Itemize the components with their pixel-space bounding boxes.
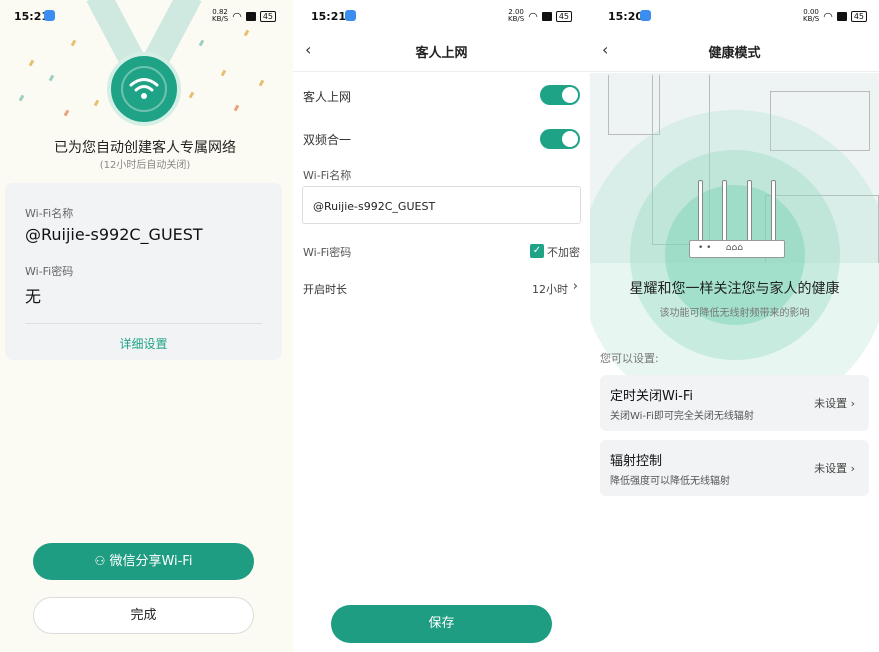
success-title: 已为您自动创建客人专属网络	[0, 137, 290, 157]
wifi-name-label: Wi-Fi名称	[303, 167, 351, 183]
network-speed: 0.00 KB/S	[803, 9, 819, 23]
wifi-password-value: 无	[25, 283, 41, 307]
nav-bar: ‹ 健康模式	[590, 32, 879, 72]
done-button[interactable]: 完成	[33, 597, 254, 634]
toggle-knob	[562, 87, 578, 103]
status-icons: 0.00 KB/S ◠ 45	[803, 9, 867, 23]
card-value: 未设置 ›	[814, 460, 855, 476]
confetti	[259, 80, 265, 87]
network-speed: 0.82 KB/S	[212, 9, 228, 23]
wifi-name-input[interactable]: @Ruijie-s992C_GUEST	[302, 186, 581, 224]
router-icon: • • ⌂⌂⌂	[689, 240, 785, 258]
wifi-signal-icon: ◠	[823, 10, 833, 23]
wifi-medal-icon	[107, 52, 181, 126]
page-title: 健康模式	[590, 42, 879, 61]
status-time: 15:20	[608, 10, 643, 23]
router-antenna	[698, 180, 703, 242]
health-mode-screen: 15:20 0.00 KB/S ◠ 45 ‹ 健康模式 • • ⌂⌂⌂ 星耀和您…	[590, 0, 879, 652]
status-bar: 15:20 0.00 KB/S ◠ 45	[590, 0, 879, 32]
scheduled-wifi-off-card[interactable]: 定时关闭Wi-Fi 关闭Wi-Fi即可完全关闭无线辐射 未设置 ›	[600, 375, 869, 431]
radiation-control-card[interactable]: 辐射控制 降低强度可以降低无线辐射 未设置 ›	[600, 440, 869, 496]
card-title: 辐射控制	[610, 450, 662, 469]
status-bar: 15:21 2.00 KB/S ◠ 45	[293, 0, 590, 32]
no-encrypt-checkbox[interactable]: ✓	[530, 244, 544, 258]
wifi-name-value: @Ruijie-s992C_GUEST	[25, 225, 203, 244]
app-badge-icon	[345, 10, 356, 21]
confetti	[234, 105, 240, 112]
sim-icon	[542, 12, 552, 21]
network-speed: 2.00 KB/S	[508, 9, 524, 23]
nav-bar: ‹ 客人上网	[293, 32, 590, 72]
confetti	[19, 95, 25, 102]
app-badge-icon	[44, 10, 55, 21]
wifi-signal-icon: ◠	[528, 10, 538, 23]
card-status: 未设置	[814, 462, 847, 475]
router-antenna	[747, 180, 752, 242]
confetti	[71, 40, 77, 47]
page-title: 客人上网	[293, 42, 590, 61]
toggle-knob	[562, 131, 578, 147]
divider	[25, 323, 262, 324]
dual-band-label: 双频合一	[303, 131, 351, 148]
battery-icon: 45	[260, 11, 276, 22]
duration-value[interactable]: 12小时	[532, 281, 568, 297]
card-title: 定时关闭Wi-Fi	[610, 385, 693, 404]
sim-icon	[837, 12, 847, 21]
chevron-right-icon: ›	[851, 462, 855, 475]
wifi-password-label: Wi-Fi密码	[303, 244, 351, 260]
health-subline: 该功能可降低无线射频带来的影响	[590, 304, 879, 319]
guest-wifi-settings-screen: 15:21 2.00 KB/S ◠ 45 ‹ 客人上网 客人上网 双频合一 Wi…	[293, 0, 590, 652]
router-antenna	[771, 180, 776, 242]
detail-settings-link[interactable]: 详细设置	[5, 335, 282, 352]
router-ports: • • ⌂⌂⌂	[698, 243, 743, 253]
wifi-name-label: Wi-Fi名称	[25, 205, 73, 221]
guest-created-screen: 15:21 0.82 KB/S ◠ 45 已为您自动创建客人专属网络 (12小时…	[0, 0, 290, 652]
status-icons: 0.82 KB/S ◠ 45	[212, 9, 276, 23]
app-badge-icon	[640, 10, 651, 21]
duration-label: 开启时长	[303, 281, 347, 297]
card-desc: 关闭Wi-Fi即可完全关闭无线辐射	[610, 407, 754, 422]
wifi-signal-icon: ◠	[232, 10, 242, 23]
wifi-icon	[129, 76, 159, 102]
confetti	[64, 110, 70, 117]
card-desc: 降低强度可以降低无线辐射	[610, 472, 730, 487]
status-time: 15:21	[311, 10, 346, 23]
wechat-share-label: 微信分享Wi-Fi	[109, 554, 192, 569]
chevron-right-icon: ›	[573, 279, 578, 294]
confetti	[94, 100, 100, 107]
confetti	[199, 40, 205, 47]
router-antenna	[722, 180, 727, 242]
status-icons: 2.00 KB/S ◠ 45	[508, 9, 572, 23]
auto-close-note: (12小时后自动关闭)	[0, 156, 290, 171]
confetti	[189, 92, 195, 99]
wechat-share-button[interactable]: ⚇ 微信分享Wi-Fi	[33, 543, 254, 580]
save-button[interactable]: 保存	[331, 605, 552, 643]
wifi-password-label: Wi-Fi密码	[25, 263, 73, 279]
sim-icon	[246, 12, 256, 21]
confetti	[49, 75, 55, 82]
chevron-right-icon: ›	[851, 397, 855, 410]
confetti	[29, 60, 35, 67]
wifi-info-card: Wi-Fi名称 @Ruijie-s992C_GUEST Wi-Fi密码 无 详细…	[5, 183, 282, 360]
status-bar: 15:21 0.82 KB/S ◠ 45	[0, 0, 290, 32]
health-headline: 星耀和您一样关注您与家人的健康	[590, 278, 879, 298]
guest-wifi-label: 客人上网	[303, 88, 351, 105]
card-value: 未设置 ›	[814, 395, 855, 411]
guest-wifi-toggle[interactable]	[540, 85, 580, 105]
section-label: 您可以设置:	[600, 350, 659, 366]
battery-icon: 45	[556, 11, 572, 22]
no-encrypt-label: 不加密	[547, 244, 580, 260]
dual-band-toggle[interactable]	[540, 129, 580, 149]
battery-icon: 45	[851, 11, 867, 22]
confetti	[221, 70, 227, 77]
card-status: 未设置	[814, 397, 847, 410]
wechat-icon: ⚇	[95, 554, 106, 568]
